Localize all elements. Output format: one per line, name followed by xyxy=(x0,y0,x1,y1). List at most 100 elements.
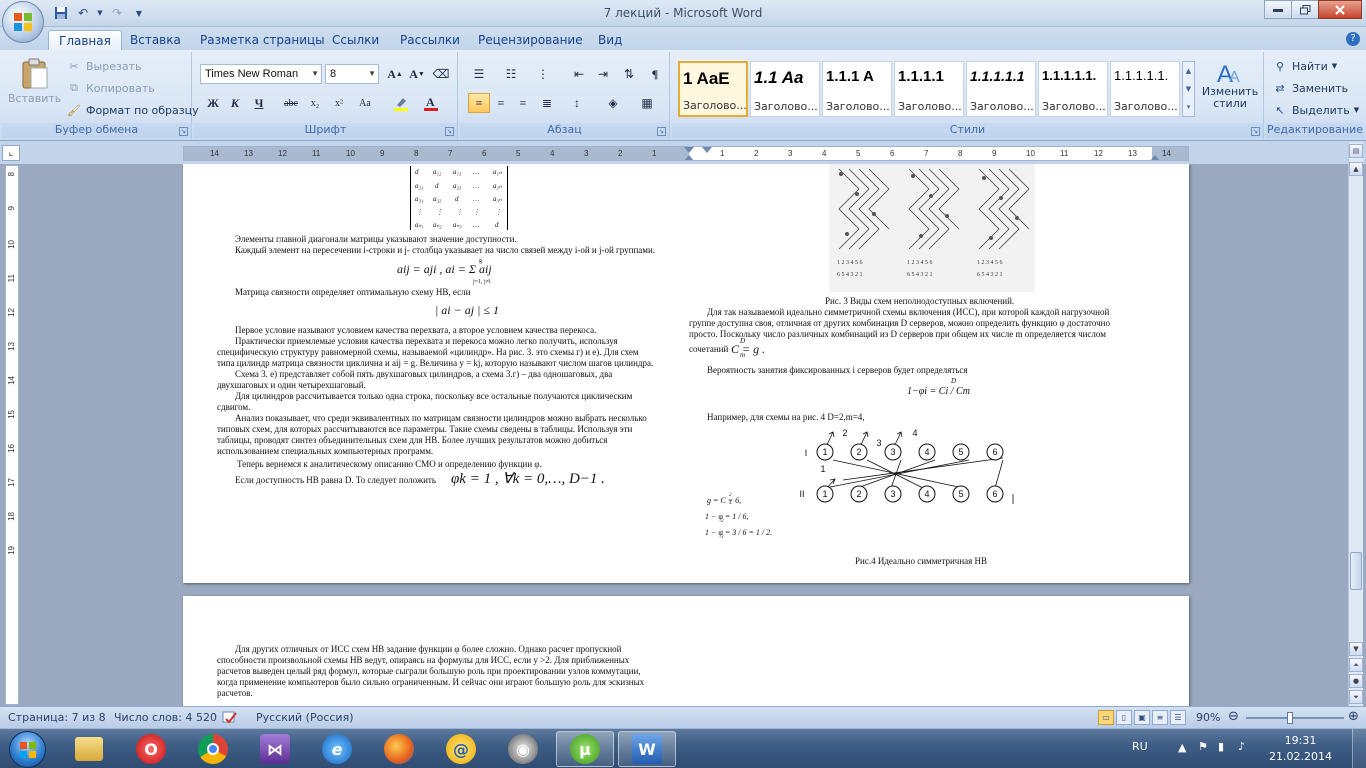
justify-icon[interactable]: ≣ xyxy=(536,93,558,113)
spellcheck-icon[interactable] xyxy=(222,711,238,728)
shrink-font-button[interactable]: A ▼ xyxy=(406,64,428,84)
taskbar-explorer[interactable] xyxy=(60,731,118,767)
minimize-button[interactable] xyxy=(1264,0,1292,19)
first-line-indent-icon[interactable] xyxy=(684,147,694,153)
taskbar-steam[interactable]: ◉ xyxy=(494,731,552,767)
subscript-button[interactable]: x₂ xyxy=(304,93,326,113)
paste-button[interactable]: Вставить xyxy=(8,58,61,105)
scroll-up-icon[interactable]: ▲ xyxy=(1349,162,1363,176)
style-heading-2[interactable]: 1.1 Aa Заголово... xyxy=(750,61,820,117)
scroll-down-icon[interactable]: ▼ xyxy=(1349,642,1363,656)
volume-icon[interactable]: ♪ xyxy=(1238,740,1245,753)
taskbar-firefox[interactable] xyxy=(370,731,428,767)
tab-review[interactable]: Рецензирование xyxy=(468,30,593,50)
font-color-icon[interactable]: A xyxy=(420,93,442,113)
superscript-button[interactable]: x² xyxy=(328,93,350,113)
vertical-ruler[interactable]: 8 9 10 11 12 13 14 15 16 17 18 19 xyxy=(5,165,19,705)
shading-icon[interactable]: ◈ xyxy=(602,93,624,113)
right-indent-icon[interactable] xyxy=(1150,155,1160,160)
zoom-slider[interactable] xyxy=(1246,712,1344,724)
font-size-combo[interactable]: 8 ▼ xyxy=(325,64,379,84)
line-spacing-icon[interactable]: ↕ xyxy=(566,93,588,113)
full-screen-reading-icon[interactable]: ▯ xyxy=(1116,710,1132,725)
left-indent-icon[interactable] xyxy=(684,155,694,160)
vertical-scrollbar[interactable]: ▤ ▲ ▼ ⏶ ● ⏷ xyxy=(1348,142,1363,706)
help-icon[interactable]: ? xyxy=(1346,32,1360,46)
font-name-combo[interactable]: Times New Roman ▼ xyxy=(200,64,322,84)
tab-view[interactable]: Вид xyxy=(588,30,632,50)
start-button[interactable] xyxy=(4,730,52,768)
taskbar-word[interactable]: W xyxy=(618,731,676,767)
close-button[interactable] xyxy=(1318,0,1362,19)
change-case-button[interactable]: Aa xyxy=(354,93,376,113)
zoom-in-icon[interactable]: ⊕ xyxy=(1348,709,1359,724)
cut-button[interactable]: ✂ Вырезать xyxy=(66,58,141,74)
find-button[interactable]: ⚲ Найти ▼ xyxy=(1272,58,1337,74)
zoom-slider-thumb[interactable] xyxy=(1287,712,1294,724)
page-7[interactable]: d a₁₂ a₁₃ … a₁ₙ a₂₁ d a₂₃ … a₂ₙ a₃₁ a₃₂ d … a₃ₙ ⋮ ⋮ ⋮ ⋮… xyxy=(183,164,1189,583)
bullets-icon[interactable]: ☰ xyxy=(468,64,490,84)
figure-4-diagram[interactable]: 2 3 4 1 I II 1 2 3 4 5 6 1 2 3 4 5 6 xyxy=(783,422,1023,510)
replace-button[interactable]: ⇄ Заменить xyxy=(1272,80,1348,96)
figure-3-image[interactable]: 1 2 3 4 5 6 1 2 3 4 5 6 1 2 3 4 5 6 6 5 4 … xyxy=(829,164,1035,292)
restore-button[interactable] xyxy=(1291,0,1319,19)
language-bar[interactable]: RU xyxy=(1132,740,1148,753)
style-heading-5[interactable]: 1.1.1.1.1 Заголово... xyxy=(966,61,1036,117)
zoom-out-icon[interactable]: ⊖ xyxy=(1228,709,1239,724)
align-left-icon[interactable]: ≡ xyxy=(468,93,490,113)
paragraph-launcher-icon[interactable]: ↘ xyxy=(657,127,666,136)
taskbar-opera[interactable]: O xyxy=(122,731,180,767)
grow-font-button[interactable]: A ▲ xyxy=(384,64,406,84)
style-heading-1[interactable]: 1 AaE Заголово... xyxy=(678,61,748,117)
align-center-icon[interactable]: ≡ xyxy=(490,93,512,113)
taskbar-visual-studio[interactable]: ⋈ xyxy=(246,731,304,767)
tray-expand-icon[interactable]: ▲ xyxy=(1178,741,1186,754)
page-8[interactable]: Для других отличных от ИСС схем НВ задан… xyxy=(183,596,1189,706)
ruler-toggle-icon[interactable]: ▤ xyxy=(1349,144,1363,158)
font-launcher-icon[interactable]: ↘ xyxy=(445,127,454,136)
hanging-indent-icon[interactable] xyxy=(702,147,712,153)
tab-insert[interactable]: Вставка xyxy=(120,30,191,50)
style-heading-3[interactable]: 1.1.1 A Заголово... xyxy=(822,61,892,117)
browse-object-icon[interactable]: ● xyxy=(1349,674,1363,688)
zoom-level[interactable]: 90% xyxy=(1196,711,1220,724)
increase-indent-icon[interactable]: ⇥ xyxy=(592,64,614,84)
horizontal-ruler[interactable]: 14 13 12 11 10 9 8 7 6 5 4 3 2 1 1 2 3 4 5 6 7 8 9 10 11 12 13 14 xyxy=(183,146,1189,161)
office-button[interactable] xyxy=(2,1,44,43)
change-styles-button[interactable]: A A Изменить стили xyxy=(1200,60,1260,110)
scroll-thumb[interactable] xyxy=(1350,552,1362,590)
show-marks-icon[interactable]: ¶ xyxy=(644,64,666,84)
language-indicator[interactable]: Русский (Россия) xyxy=(256,711,354,724)
tab-references[interactable]: Ссылки xyxy=(322,30,389,50)
previous-page-icon[interactable]: ⏶ xyxy=(1349,658,1363,672)
outline-view-icon[interactable]: ≡ xyxy=(1152,710,1168,725)
taskbar-internet-explorer[interactable]: e xyxy=(308,731,366,767)
tab-mailings[interactable]: Рассылки xyxy=(390,30,470,50)
sort-icon[interactable]: ⇅ xyxy=(618,64,640,84)
format-painter-button[interactable]: 🖌 Формат по образцу xyxy=(66,102,199,118)
taskbar-utorrent[interactable]: µ xyxy=(556,731,614,767)
select-button[interactable]: ↖ Выделить ▼ xyxy=(1272,102,1359,118)
network-icon[interactable]: ▮ xyxy=(1218,740,1224,753)
clock[interactable]: 19:31 21.02.2014 xyxy=(1269,733,1332,765)
underline-button[interactable]: Ч xyxy=(248,93,270,113)
next-page-icon[interactable]: ⏷ xyxy=(1349,690,1363,704)
style-heading-7[interactable]: 1.1.1.1.1. Заголово... xyxy=(1110,61,1180,117)
clear-format-icon[interactable]: ⌫ xyxy=(430,64,452,84)
borders-icon[interactable]: ▦ xyxy=(636,93,658,113)
tab-home[interactable]: Главная xyxy=(48,30,122,50)
page-counter[interactable]: Страница: 7 из 8 xyxy=(8,711,106,724)
style-heading-4[interactable]: 1.1.1.1 Заголово... xyxy=(894,61,964,117)
copy-button[interactable]: ⧉ Копировать xyxy=(66,80,155,96)
style-heading-6[interactable]: 1.1.1.1.1. Заголово... xyxy=(1038,61,1108,117)
clipboard-launcher-icon[interactable]: ↘ xyxy=(179,127,188,136)
numbering-icon[interactable]: ☷ xyxy=(500,64,522,84)
styles-launcher-icon[interactable]: ↘ xyxy=(1251,127,1260,136)
strikethrough-button[interactable]: abe xyxy=(280,93,302,113)
taskbar-mail[interactable]: @ xyxy=(432,731,490,767)
styles-scroll[interactable]: ▲ ▼ ▾ xyxy=(1182,61,1195,117)
tab-page-layout[interactable]: Разметка страницы xyxy=(190,30,335,50)
web-layout-icon[interactable]: ▣ xyxy=(1134,710,1150,725)
draft-view-icon[interactable]: ☰ xyxy=(1170,710,1186,725)
multilevel-list-icon[interactable]: ⋮ xyxy=(532,64,554,84)
